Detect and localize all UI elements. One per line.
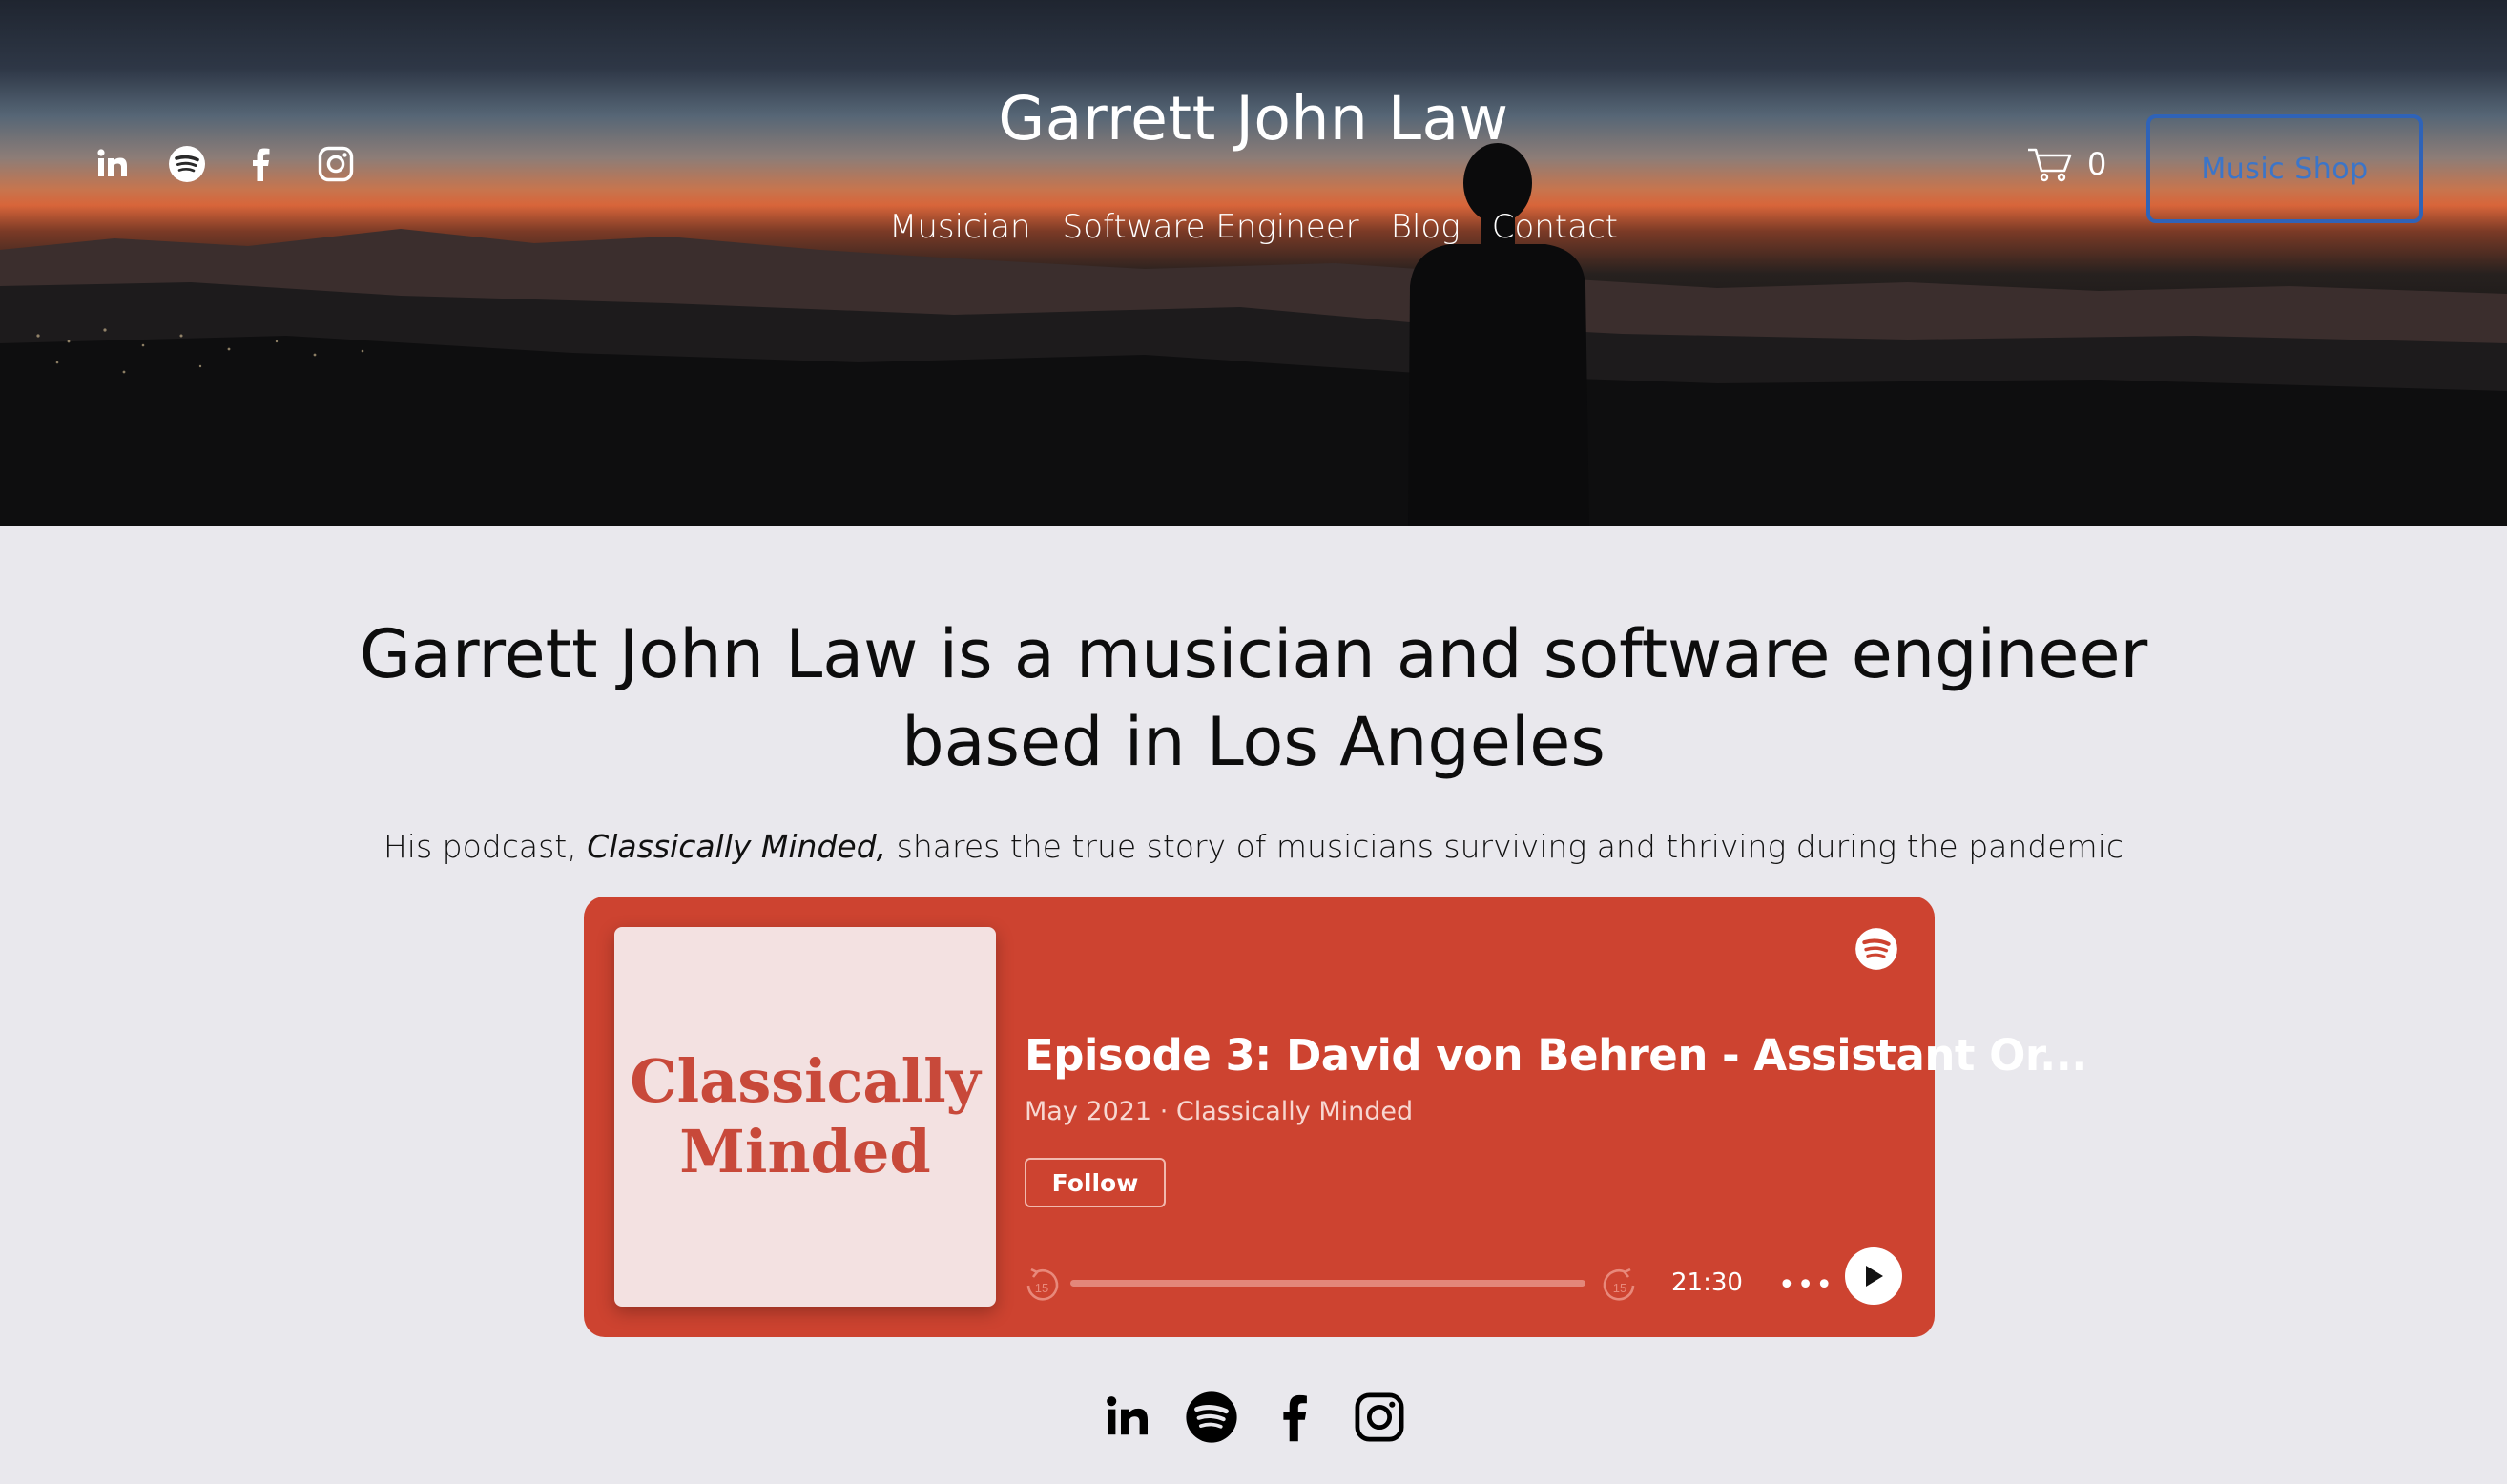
cart-count: 0 (2087, 146, 2107, 182)
episode-title[interactable]: Episode 3: David von Behren - Assistant … (1025, 1030, 2087, 1081)
nav-item-musician[interactable]: Musician (889, 208, 1031, 246)
nav-item-software-engineer[interactable]: Software Engineer (1063, 208, 1359, 246)
instagram-icon[interactable] (1353, 1391, 1406, 1444)
cart-icon (2028, 148, 2072, 182)
skip-back-seconds: 15 (1035, 1281, 1048, 1295)
intro-podcast-title: Classically Minded, (587, 828, 887, 865)
podcast-cover-art[interactable]: Classically Minded (614, 927, 996, 1307)
hero-banner: Garrett John Law Musician Software Engin… (0, 0, 2507, 526)
cart-link[interactable]: 0 (2026, 145, 2106, 183)
episode-meta: May 2021 · Classically Minded (1025, 1097, 1414, 1126)
spotify-logo-icon[interactable] (1854, 927, 1898, 971)
playback-progress-bar[interactable] (1070, 1280, 1585, 1287)
spotify-icon[interactable] (1185, 1391, 1238, 1444)
hero-background-image (0, 143, 2507, 526)
cover-title-line-1: Classically (630, 1046, 981, 1116)
nav-item-blog[interactable]: Blog (1391, 208, 1461, 246)
play-button[interactable] (1845, 1247, 1902, 1305)
nav-item-contact[interactable]: Contact (1492, 208, 1618, 246)
music-shop-button[interactable]: Music Shop (2146, 114, 2423, 223)
skip-back-15-icon[interactable]: 15 (1023, 1267, 1061, 1305)
episode-duration: 21:30 (1671, 1268, 1743, 1297)
cover-title-line-2: Minded (679, 1117, 931, 1186)
intro-prefix: His podcast, (383, 828, 588, 865)
site-title[interactable]: Garrett John Law (0, 84, 2507, 154)
skip-forward-seconds: 15 (1613, 1281, 1626, 1295)
skip-forward-15-icon[interactable]: 15 (1601, 1267, 1639, 1305)
footer-social-links (0, 1391, 2507, 1444)
main-navigation: Musician Software Engineer Blog Contact (0, 208, 2507, 246)
podcast-intro-text: His podcast, Classically Minded, shares … (300, 828, 2207, 865)
intro-suffix: shares the true story of musicians survi… (886, 828, 2124, 865)
follow-button[interactable]: Follow (1025, 1158, 1166, 1207)
linkedin-icon[interactable] (1101, 1391, 1154, 1444)
play-icon (1866, 1266, 1883, 1287)
more-options-button[interactable]: ••• (1778, 1268, 1834, 1302)
facebook-icon[interactable] (1269, 1391, 1322, 1444)
spotify-podcast-embed: Classically Minded Episode 3: David von … (584, 897, 2087, 1337)
page-headline: Garrett John Law is a musician and softw… (359, 615, 2148, 781)
